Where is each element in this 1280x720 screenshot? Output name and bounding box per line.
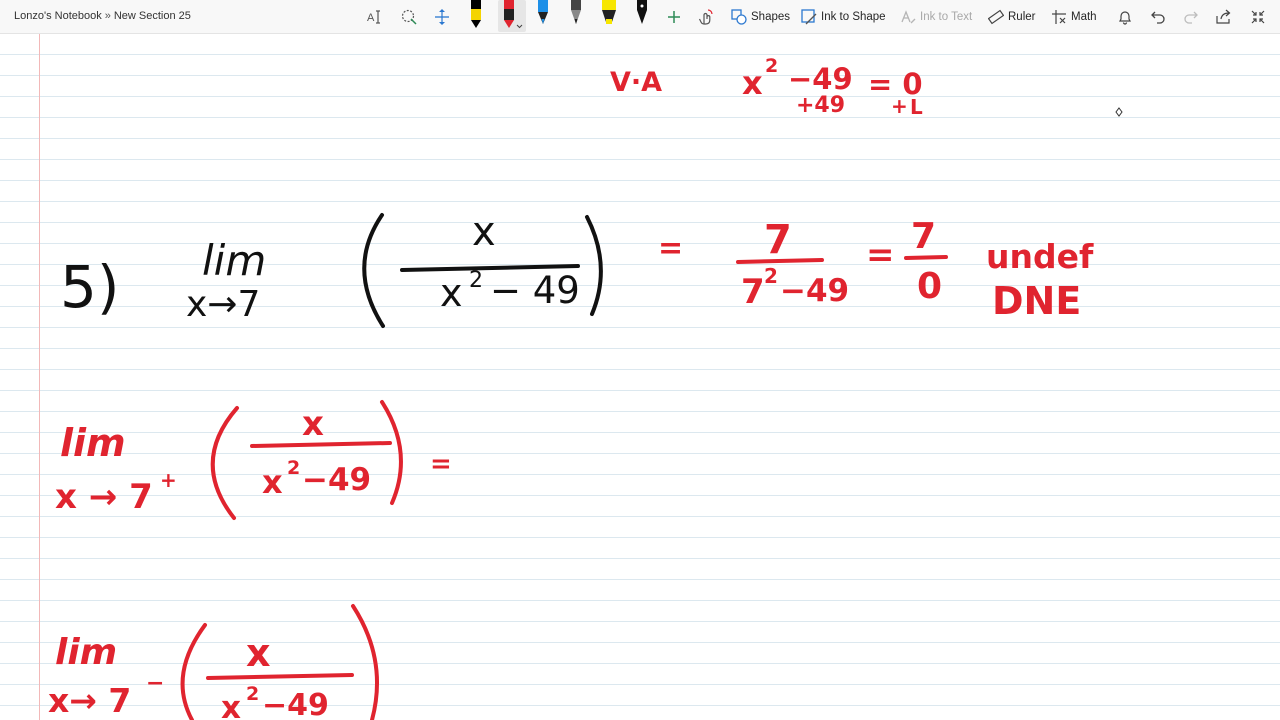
ink-layer: V·A x 2 −49 = 0 +49 + L 5) lim x→7 x x 2…	[48, 55, 1123, 720]
right-limit-den-exp: 2	[287, 457, 300, 479]
left-limit-numerator: x	[246, 631, 271, 675]
solution-num-2: 7	[911, 216, 936, 257]
left-limit-den-rest: −49	[262, 688, 329, 720]
right-limit-den-base: x	[262, 463, 283, 501]
problem-den-exp: 2	[469, 268, 483, 293]
va-minus49: −49	[788, 62, 853, 96]
left-limit-paren-left	[180, 623, 207, 720]
va-right-glyph: L	[910, 95, 923, 119]
solution-equals-1: =	[658, 231, 683, 266]
solution-equals-2: =	[866, 235, 895, 275]
left-limit-bar	[206, 673, 354, 680]
left-limit-den-exp: 2	[246, 683, 259, 705]
solution-den-rest: −49	[780, 273, 849, 309]
solution-den-exp: 2	[764, 264, 778, 288]
va-note: V·A x 2 −49 = 0 +49 + L	[610, 55, 923, 119]
right-limit-sup: +	[160, 468, 177, 492]
problem-paren-left	[362, 213, 385, 328]
right-limit: lim x → 7 + x x 2 −49 =	[55, 400, 452, 520]
left-limit-den-base: x	[221, 690, 241, 720]
right-limit-den-rest: −49	[302, 462, 371, 498]
va-plus-right: +	[891, 94, 908, 118]
problem-numerator: x	[472, 209, 496, 255]
solution-num: 7	[764, 217, 792, 263]
problem-lim: lim	[202, 236, 266, 285]
left-limit-lim: lim	[55, 632, 117, 673]
right-limit-equals: =	[430, 449, 452, 479]
left-limit-sup: −	[146, 671, 164, 696]
problem-den-base: x	[440, 271, 463, 315]
left-limit-approach: x→ 7	[48, 681, 131, 720]
left-limit-paren-right	[351, 604, 379, 720]
solution-den-base: 7	[741, 272, 765, 312]
va-label: V·A	[610, 67, 662, 98]
right-limit-numerator: x	[302, 404, 324, 444]
problem-5: 5) lim x→7 x x 2 − 49	[60, 209, 603, 328]
problem-den-rest: − 49	[490, 269, 580, 312]
solution-undef: undef	[986, 237, 1094, 276]
va-x: x	[742, 64, 763, 102]
right-limit-approach: x → 7	[55, 477, 153, 517]
solution-den-2: 0	[917, 266, 942, 307]
right-limit-paren-left	[210, 406, 239, 520]
solution-bar-1	[736, 258, 824, 264]
problem-paren-right	[585, 215, 603, 316]
problem-approach: x→7	[186, 284, 260, 325]
left-limit: lim x→ 7 − x x 2 −49	[48, 604, 379, 720]
va-plus49: +49	[796, 93, 845, 118]
right-limit-paren-right	[380, 400, 403, 505]
cursor-marker	[1115, 107, 1123, 117]
right-limit-lim: lim	[60, 421, 126, 465]
solution-5: = 7 7 2 −49 = 7 0 undef DNE	[658, 216, 1094, 323]
solution-dne: DNE	[992, 279, 1081, 323]
va-exp: 2	[765, 55, 778, 77]
solution-bar-2	[904, 255, 948, 260]
right-limit-bar	[250, 441, 392, 448]
problem-number: 5)	[60, 253, 120, 321]
